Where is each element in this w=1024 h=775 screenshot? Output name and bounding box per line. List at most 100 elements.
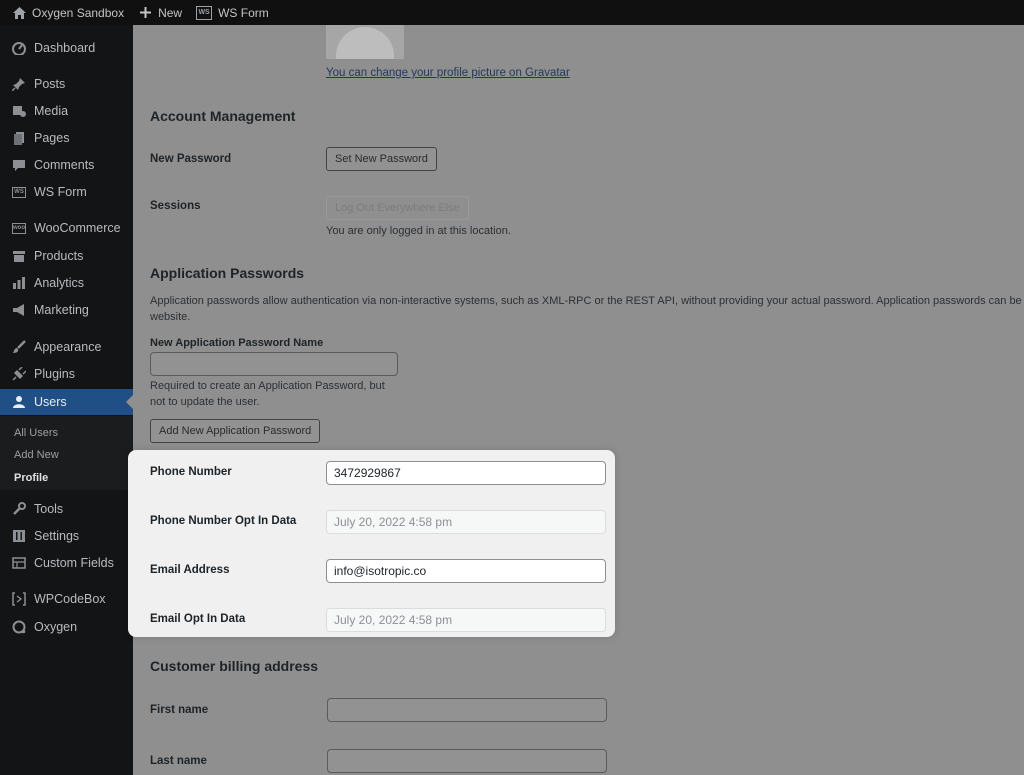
add-app-password-button[interactable]: Add New Application Password <box>150 419 321 443</box>
menu-marketing[interactable]: Marketing <box>0 297 133 323</box>
email-address-input[interactable]: info@isotropic.co <box>326 559 606 583</box>
submenu-profile[interactable]: Profile <box>14 472 48 484</box>
menu-posts[interactable]: Posts <box>0 71 133 97</box>
menu-wsform-label: WS Form <box>34 185 87 199</box>
phone-optin-field: July 20, 2022 4:58 pm <box>326 510 606 534</box>
home-icon <box>12 6 26 20</box>
menu-woocommerce[interactable]: woo WooCommerce <box>0 215 133 241</box>
sliders-icon <box>12 529 26 543</box>
table-icon <box>12 556 26 570</box>
billing-address-heading: Customer billing address <box>150 658 319 674</box>
app-password-help: Required to create an Application Passwo… <box>150 380 385 392</box>
menu-wpcodebox-label: WPCodeBox <box>34 592 106 606</box>
wrench-icon <box>12 502 26 516</box>
menu-analytics[interactable]: Analytics <box>0 270 133 296</box>
menu-woocommerce-label: WooCommerce <box>34 221 121 235</box>
submenu-all-users[interactable]: All Users <box>14 427 58 439</box>
menu-custom-fields[interactable]: Custom Fields <box>0 550 133 576</box>
menu-posts-label: Posts <box>34 77 66 91</box>
pin-icon <box>12 77 26 91</box>
app-passwords-description: Application passwords allow authenticati… <box>150 295 1024 307</box>
last-name-input[interactable] <box>327 749 607 773</box>
site-name-link[interactable]: Oxygen Sandbox <box>0 0 131 25</box>
custom-fields-panel: Phone Number 3472929867 Phone Number Opt… <box>128 450 615 637</box>
set-new-password-button[interactable]: Set New Password <box>326 147 437 171</box>
menu-users-label: Users <box>34 395 67 409</box>
email-optin-label: Email Opt In Data <box>150 613 246 625</box>
phone-number-label: Phone Number <box>150 466 232 478</box>
woo-icon: woo <box>12 221 26 235</box>
wsform-icon: WS <box>196 5 213 20</box>
bar-chart-icon <box>12 276 26 290</box>
last-name-label: Last name <box>150 755 207 767</box>
wsform-bar-label: WS Form <box>218 5 269 20</box>
account-management-heading: Account Management <box>150 108 296 124</box>
admin-bar: Oxygen Sandbox New WS WS Form <box>0 0 1024 25</box>
user-icon <box>12 395 26 409</box>
menu-plugins[interactable]: Plugins <box>0 361 133 387</box>
menu-wpcodebox[interactable]: WPCodeBox <box>0 586 133 612</box>
code-box-icon <box>12 592 26 606</box>
gravatar-link[interactable]: You can change your profile picture on G… <box>326 67 570 79</box>
app-password-name-label: New Application Password Name <box>150 337 324 349</box>
menu-products-label: Products <box>34 249 84 263</box>
pages-icon <box>12 131 26 145</box>
first-name-label: First name <box>150 704 209 716</box>
brush-icon <box>12 340 26 354</box>
dashboard-icon <box>12 41 26 55</box>
phone-optin-label: Phone Number Opt In Data <box>150 515 297 527</box>
new-label: New <box>158 5 183 20</box>
menu-marketing-label: Marketing <box>34 303 89 317</box>
site-name-label: Oxygen Sandbox <box>32 5 125 20</box>
avatar <box>326 25 404 59</box>
menu-tools-label: Tools <box>34 502 64 516</box>
sessions-label: Sessions <box>150 200 201 212</box>
menu-settings[interactable]: Settings <box>0 523 133 549</box>
menu-tools[interactable]: Tools <box>0 496 133 522</box>
plug-icon <box>12 367 26 381</box>
menu-wsform[interactable]: WS WS Form <box>0 179 133 205</box>
profile-content: You can change your profile picture on G… <box>133 25 1024 775</box>
logout-everywhere-button[interactable]: Log Out Everywhere Else <box>326 196 469 220</box>
new-content-link[interactable]: New <box>131 0 189 25</box>
menu-products[interactable]: Products <box>0 243 133 269</box>
woo-badge: woo <box>12 222 26 234</box>
wsform-bar-link[interactable]: WS WS Form <box>189 0 276 25</box>
email-address-label: Email Address <box>150 564 230 576</box>
menu-custom-fields-label: Custom Fields <box>34 556 114 570</box>
archive-icon <box>12 249 26 263</box>
email-optin-field: July 20, 2022 4:58 pm <box>326 608 606 632</box>
first-name-input[interactable] <box>327 698 607 722</box>
app-password-name-input[interactable] <box>150 352 398 376</box>
app-passwords-description-cont: website. <box>150 311 191 323</box>
admin-sidebar: Dashboard Posts Media Pages Comments WS … <box>0 25 133 775</box>
users-submenu: All Users Add New Profile <box>0 416 133 490</box>
megaphone-icon <box>12 303 26 317</box>
menu-oxygen[interactable]: Oxygen <box>0 614 133 640</box>
menu-pages-label: Pages <box>34 131 70 145</box>
menu-media[interactable]: Media <box>0 98 133 124</box>
menu-appearance[interactable]: Appearance <box>0 334 133 360</box>
submenu-add-new[interactable]: Add New <box>14 449 59 461</box>
menu-media-label: Media <box>34 104 69 118</box>
new-password-label: New Password <box>150 153 232 165</box>
menu-analytics-label: Analytics <box>34 276 85 290</box>
menu-comments[interactable]: Comments <box>0 152 133 178</box>
oxygen-icon <box>12 620 26 634</box>
application-passwords-heading: Application Passwords <box>150 265 305 281</box>
app-password-help-cont: not to update the user. <box>150 396 260 408</box>
menu-dashboard[interactable]: Dashboard <box>0 35 133 61</box>
sessions-note: You are only logged in at this location. <box>326 225 511 237</box>
menu-oxygen-label: Oxygen <box>34 620 78 634</box>
menu-dashboard-label: Dashboard <box>34 41 96 55</box>
wsform-icon: WS <box>12 185 26 199</box>
menu-pages[interactable]: Pages <box>0 125 133 151</box>
wsform-badge: WS <box>12 186 26 198</box>
phone-number-input[interactable]: 3472929867 <box>326 461 606 485</box>
menu-plugins-label: Plugins <box>34 367 75 381</box>
menu-appearance-label: Appearance <box>34 340 102 354</box>
menu-users[interactable]: Users <box>0 389 133 415</box>
menu-settings-label: Settings <box>34 529 80 543</box>
plus-icon <box>138 6 152 20</box>
comment-icon <box>12 158 26 172</box>
